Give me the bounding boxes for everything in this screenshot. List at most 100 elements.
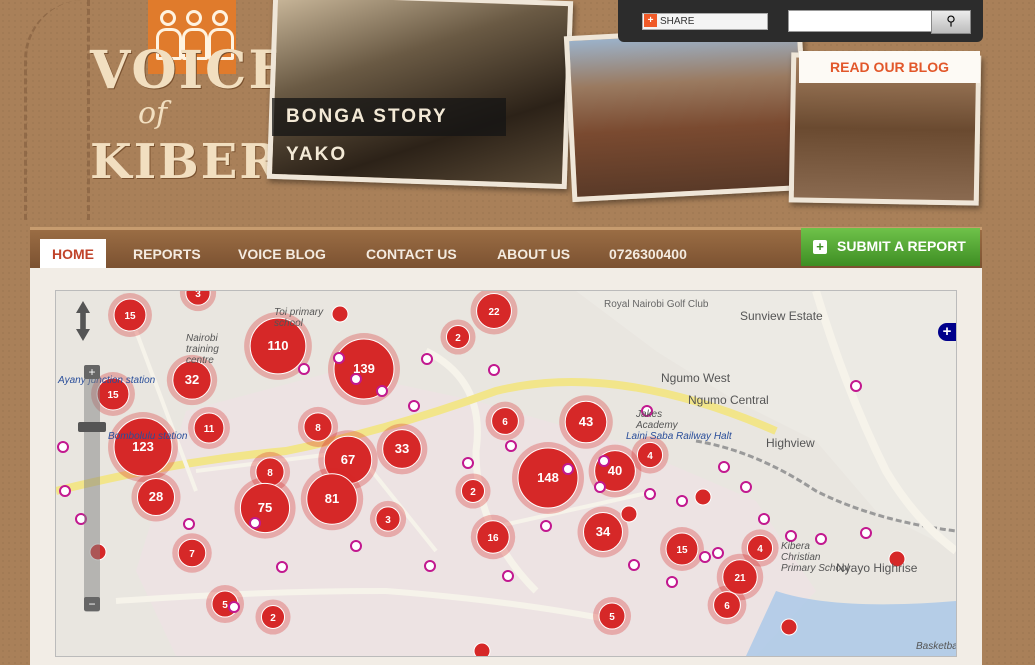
map-label: Ngumo West [661, 371, 731, 385]
plus-icon: + [813, 240, 827, 254]
nav-contact-us[interactable]: CONTACT US [366, 239, 457, 269]
report-cluster-marker[interactable]: 2 [255, 599, 291, 635]
cluster-count: 3 [385, 515, 391, 526]
single-report-marker[interactable] [620, 505, 638, 523]
school-pin-icon [421, 353, 433, 365]
zoom-out-button[interactable]: − [84, 597, 100, 611]
report-cluster-marker[interactable]: 6 [485, 401, 525, 441]
map-label: Kibera Christian Primary School [781, 541, 849, 574]
cluster-count: 33 [395, 441, 409, 456]
school-pin-icon [505, 440, 517, 452]
report-cluster-marker[interactable]: 28 [131, 472, 181, 522]
cluster-count: 40 [608, 463, 622, 478]
school-pin-icon [183, 518, 195, 530]
report-cluster-marker[interactable]: 3 [369, 500, 407, 538]
map-label: Jakes Academy [636, 409, 678, 431]
school-pin-icon [249, 517, 261, 529]
cluster-count: 2 [455, 333, 461, 344]
school-pin-icon [676, 495, 688, 507]
school-pin-icon [594, 481, 606, 493]
map-label: Bombolulu station [108, 431, 188, 442]
school-pin-icon [666, 576, 678, 588]
cluster-count: 8 [315, 423, 321, 434]
search-input[interactable] [788, 10, 932, 32]
report-cluster-marker[interactable]: 5 [592, 596, 632, 636]
school-pin-icon [408, 400, 420, 412]
report-cluster-marker[interactable]: 33 [376, 423, 428, 475]
cluster-count: 5 [609, 612, 615, 623]
school-pin-icon [785, 530, 797, 542]
cluster-count: 148 [537, 470, 559, 485]
school-pin-icon [228, 601, 240, 613]
report-cluster-marker[interactable]: 6 [707, 585, 747, 625]
cluster-count: 7 [189, 549, 195, 560]
report-cluster-marker[interactable]: 2 [455, 473, 491, 509]
school-pin-icon [860, 527, 872, 539]
magnifier-icon: ⚲ [946, 13, 956, 28]
cluster-count: 4 [757, 544, 763, 555]
report-map[interactable]: 3 15 110 2 22 15 32 139 8 11 123 33 6 43 4 40 8 67 148 75 81… [55, 290, 957, 657]
nav-phone[interactable]: 0726300400 [609, 239, 687, 269]
report-cluster-marker[interactable]: 7 [172, 533, 212, 573]
cluster-count: 4 [647, 451, 653, 462]
report-cluster-marker[interactable]: 139 [328, 333, 400, 405]
pan-control-icon[interactable] [76, 301, 90, 341]
school-pin-icon [333, 352, 345, 364]
school-pin-icon [502, 570, 514, 582]
single-report-marker[interactable] [331, 305, 349, 323]
search-button[interactable]: ⚲ [931, 10, 971, 34]
map-label: Toi primary school [274, 307, 324, 329]
cluster-count: 43 [579, 414, 593, 429]
report-cluster-marker[interactable]: 11 [188, 407, 230, 449]
cluster-count: 67 [341, 452, 355, 467]
cluster-count: 15 [107, 390, 119, 401]
report-cluster-marker[interactable]: 2 [440, 319, 476, 355]
nav-home[interactable]: HOME [40, 239, 106, 269]
school-pin-icon [712, 547, 724, 559]
logo-of: of [138, 96, 168, 131]
site-logo[interactable]: VOICE of KIBERA [40, 0, 318, 200]
nav-reports[interactable]: REPORTS [133, 239, 201, 269]
school-pin-icon [598, 455, 610, 467]
map-label: Highview [766, 436, 815, 450]
submit-report-button[interactable]: + SUBMIT A REPORT [801, 228, 980, 266]
single-report-marker[interactable] [473, 642, 491, 656]
cluster-count: 5 [222, 600, 228, 611]
zoom-slider[interactable] [84, 372, 100, 612]
nav-voice-blog[interactable]: VOICE BLOG [238, 239, 326, 269]
cluster-count: 8 [267, 468, 273, 479]
logo-voice: VOICE [90, 40, 291, 101]
school-pin-icon [562, 463, 574, 475]
school-pin-icon [424, 560, 436, 572]
report-cluster-marker[interactable]: 15 [108, 293, 152, 337]
school-pin-icon [740, 481, 752, 493]
header-photo-rooftops [563, 23, 811, 203]
school-pin-icon [298, 363, 310, 375]
map-label: Sunview Estate [740, 309, 823, 323]
report-cluster-marker[interactable]: 81 [300, 467, 364, 531]
single-report-marker[interactable] [694, 488, 712, 506]
zoom-slider-handle[interactable] [78, 422, 106, 432]
cluster-count: 2 [470, 487, 476, 498]
school-pin-icon [488, 364, 500, 376]
cluster-count: 81 [325, 491, 339, 506]
zoom-in-button[interactable]: + [84, 365, 100, 379]
map-label: Basketball [916, 641, 956, 652]
report-cluster-marker[interactable]: 15 [660, 527, 704, 571]
read-blog-button[interactable]: READ OUR BLOG [799, 51, 980, 83]
report-cluster-marker[interactable]: 16 [470, 514, 516, 560]
report-cluster-marker[interactable]: 148 [512, 442, 584, 514]
share-plus-icon: + [644, 14, 657, 27]
layer-switcher-icon[interactable]: + [938, 323, 956, 341]
map-label: Ngumo Central [688, 393, 769, 407]
report-cluster-marker[interactable]: 43 [559, 395, 613, 449]
report-cluster-marker[interactable]: 75 [234, 477, 296, 539]
nav-about-us[interactable]: ABOUT US [497, 239, 570, 269]
school-pin-icon [850, 380, 862, 392]
single-report-marker[interactable] [780, 618, 798, 636]
school-pin-icon [462, 457, 474, 469]
school-pin-icon [758, 513, 770, 525]
share-button[interactable]: + SHARE [642, 13, 768, 30]
cluster-count: 75 [258, 500, 272, 515]
report-cluster-marker[interactable]: 123 [108, 412, 178, 482]
